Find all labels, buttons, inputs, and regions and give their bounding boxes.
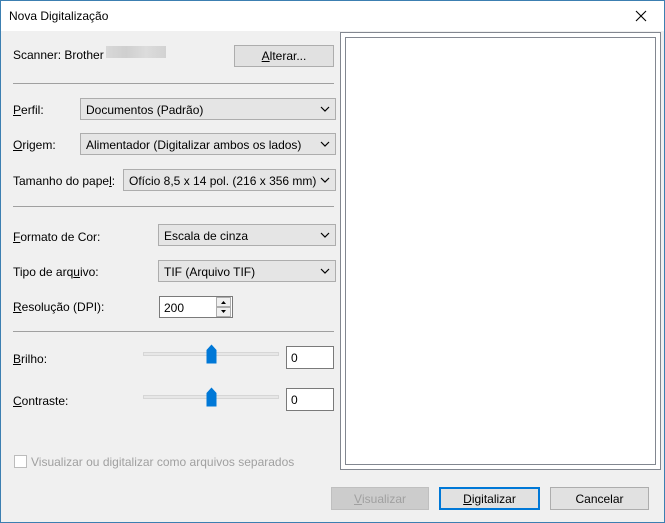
close-button[interactable] <box>618 1 664 31</box>
color-format-value: Escala de cinza <box>164 229 249 243</box>
file-type-dropdown[interactable]: TIF (Arquivo TIF) <box>158 260 336 282</box>
chevron-down-icon <box>320 268 330 274</box>
spin-up-button[interactable] <box>216 297 231 307</box>
resolution-input[interactable]: 200 <box>159 296 233 318</box>
paper-size-value: Ofício 8,5 x 14 pol. (216 x 356 mm) <box>129 174 317 188</box>
brightness-input[interactable]: 0 <box>286 346 334 369</box>
close-icon <box>635 10 647 22</box>
file-type-value: TIF (Arquivo TIF) <box>164 265 256 279</box>
separator-1 <box>13 83 334 84</box>
resolution-label: Resolução (DPI): <box>13 300 105 314</box>
scanner-model-redacted <box>106 46 166 58</box>
profile-dropdown[interactable]: Documentos (Padrão) <box>80 98 336 120</box>
paper-size-label: Tamanho do papel: <box>13 174 116 188</box>
separator-3 <box>13 331 334 332</box>
brightness-value: 0 <box>291 351 298 365</box>
preview-pane <box>340 32 661 470</box>
title-bar: Nova Digitalização <box>1 1 664 31</box>
scanner-label: Scanner: Brother <box>13 48 104 62</box>
scan-button[interactable]: Digitalizar <box>439 487 540 510</box>
cancel-button[interactable]: Cancelar <box>550 487 649 510</box>
color-format-dropdown[interactable]: Escala de cinza <box>158 224 336 246</box>
resolution-value: 200 <box>164 301 185 315</box>
chevron-down-icon <box>320 106 330 112</box>
separate-files-checkbox[interactable] <box>14 455 27 468</box>
separate-files-label: Visualizar ou digitalizar como arquivos … <box>31 455 295 469</box>
file-type-label: Tipo de arquivo: <box>13 265 99 279</box>
contrast-label: Contraste: <box>13 394 69 408</box>
contrast-input[interactable]: 0 <box>286 388 334 411</box>
source-value: Alimentador (Digitalizar ambos os lados) <box>86 138 302 152</box>
new-scan-dialog: Nova Digitalização Scanner: Brother Alte… <box>0 0 665 523</box>
separator-2 <box>13 206 334 207</box>
profile-value: Documentos (Padrão) <box>86 103 204 117</box>
source-label: Origem: <box>13 138 56 152</box>
spin-down-icon <box>221 310 226 313</box>
color-format-label: Formato de Cor: <box>13 230 101 244</box>
paper-size-dropdown[interactable]: Ofício 8,5 x 14 pol. (216 x 356 mm) <box>123 169 336 191</box>
spin-down-button[interactable] <box>216 307 231 317</box>
chevron-down-icon <box>320 232 330 238</box>
brightness-label: Brilho: <box>13 352 48 366</box>
chevron-down-icon <box>320 177 330 183</box>
preview-page <box>345 37 656 465</box>
resolution-spinner <box>216 297 231 318</box>
change-button-label: lterar... <box>269 49 307 63</box>
brightness-slider-thumb[interactable] <box>206 344 217 364</box>
profile-label: Perfil: <box>13 103 44 117</box>
contrast-value: 0 <box>291 393 298 407</box>
chevron-down-icon <box>320 141 330 147</box>
spin-up-icon <box>221 301 226 304</box>
window-title: Nova Digitalização <box>9 9 109 23</box>
source-dropdown[interactable]: Alimentador (Digitalizar ambos os lados) <box>80 133 336 155</box>
preview-button[interactable]: Visualizar <box>331 487 429 510</box>
change-scanner-button[interactable]: Alterar... <box>234 45 334 67</box>
change-button-accel: A <box>261 49 270 63</box>
contrast-slider-thumb[interactable] <box>206 387 217 407</box>
